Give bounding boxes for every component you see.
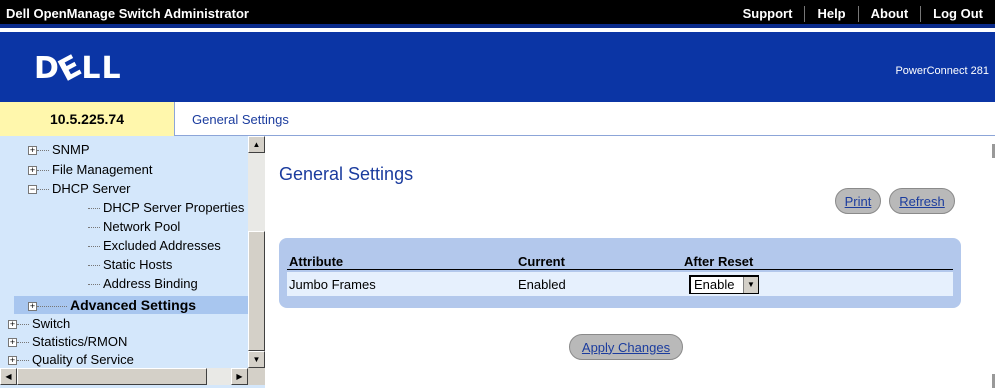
tree-item-dhcp-server[interactable]: − DHCP Server — [28, 181, 131, 197]
support-link[interactable]: Support — [731, 6, 805, 22]
device-ip: 10.5.225.74 — [0, 102, 175, 136]
dell-logo: DELL — [34, 48, 122, 90]
top-bar: Dell OpenManage Switch Administrator Sup… — [0, 0, 995, 28]
tree-item-quality-of-service[interactable]: + Quality of Service — [8, 352, 134, 368]
column-header-after-reset: After Reset — [684, 254, 754, 269]
scrollbar-corner — [248, 368, 265, 385]
header-divider — [287, 269, 953, 270]
table-row: Jumbo Frames Enabled Enable ▼ — [287, 272, 953, 296]
expand-icon[interactable]: + — [8, 338, 17, 348]
breadcrumb: General Settings — [192, 112, 289, 127]
print-button[interactable]: Print — [835, 188, 881, 214]
cell-current: Enabled — [518, 277, 566, 292]
scroll-up-arrow-icon[interactable]: ▲ — [248, 136, 265, 153]
expand-icon[interactable]: + — [28, 166, 37, 176]
navigation-tree: + SNMP + File Management − DHCP Server DHCP… — [0, 136, 265, 388]
tree-item-switch[interactable]: + Switch — [8, 316, 70, 332]
scroll-left-arrow-icon[interactable]: ◀ — [0, 368, 17, 385]
settings-table: Attribute Current After Reset Jumbo Fram… — [279, 238, 961, 308]
scroll-right-arrow-icon[interactable]: ▶ — [231, 368, 248, 385]
expand-icon[interactable]: + — [28, 302, 37, 312]
page-title: General Settings — [279, 164, 414, 184]
expand-icon[interactable]: + — [28, 146, 37, 156]
horizontal-scroll-thumb[interactable] — [17, 368, 207, 385]
tree-vertical-scrollbar[interactable]: ▲ ▼ — [248, 136, 265, 368]
tree-item-statistics-rmon[interactable]: + Statistics/RMON — [8, 334, 127, 350]
tree-item-advanced-settings[interactable]: + Advanced Settings — [28, 297, 196, 314]
column-header-current: Current — [518, 254, 565, 269]
header-banner: DELL PowerConnect 281 — [0, 32, 995, 102]
main-content: General Settings Print Refresh Attribute… — [265, 136, 995, 388]
info-bar: 10.5.225.74 General Settings — [0, 102, 995, 136]
apply-changes-button[interactable]: Apply Changes — [569, 334, 683, 360]
app-title: Dell OpenManage Switch Administrator — [6, 6, 249, 21]
tree-item-address-binding[interactable]: Address Binding — [88, 276, 198, 292]
logout-link[interactable]: Log Out — [920, 6, 995, 22]
refresh-button[interactable]: Refresh — [889, 188, 955, 214]
tree-item-network-pool[interactable]: Network Pool — [88, 219, 180, 235]
cell-attribute: Jumbo Frames — [289, 277, 376, 292]
expand-icon[interactable]: + — [8, 356, 17, 366]
top-links: Support Help About Log Out — [731, 0, 995, 28]
expand-icon[interactable]: + — [8, 320, 17, 330]
help-link[interactable]: Help — [804, 6, 857, 22]
dropdown-arrow-icon[interactable]: ▼ — [743, 277, 758, 293]
about-link[interactable]: About — [857, 6, 921, 22]
collapse-icon[interactable]: − — [28, 185, 37, 195]
tree-item-excluded-addresses[interactable]: Excluded Addresses — [88, 238, 221, 254]
tree-item-dhcp-server-properties[interactable]: DHCP Server Properties — [88, 200, 244, 216]
tree-item-file-management[interactable]: + File Management — [28, 162, 152, 178]
tree-content: + SNMP + File Management − DHCP Server DHCP… — [0, 136, 248, 368]
scroll-down-arrow-icon[interactable]: ▼ — [248, 351, 265, 368]
after-reset-select[interactable]: Enable ▼ — [689, 275, 759, 294]
tree-item-static-hosts[interactable]: Static Hosts — [88, 257, 172, 273]
tree-item-snmp[interactable]: + SNMP — [28, 142, 90, 158]
vertical-scroll-thumb[interactable] — [248, 231, 265, 351]
product-model: PowerConnect 281 — [895, 65, 989, 77]
tree-horizontal-scrollbar[interactable]: ◀ ▶ — [0, 368, 248, 385]
column-header-attribute: Attribute — [289, 254, 344, 269]
